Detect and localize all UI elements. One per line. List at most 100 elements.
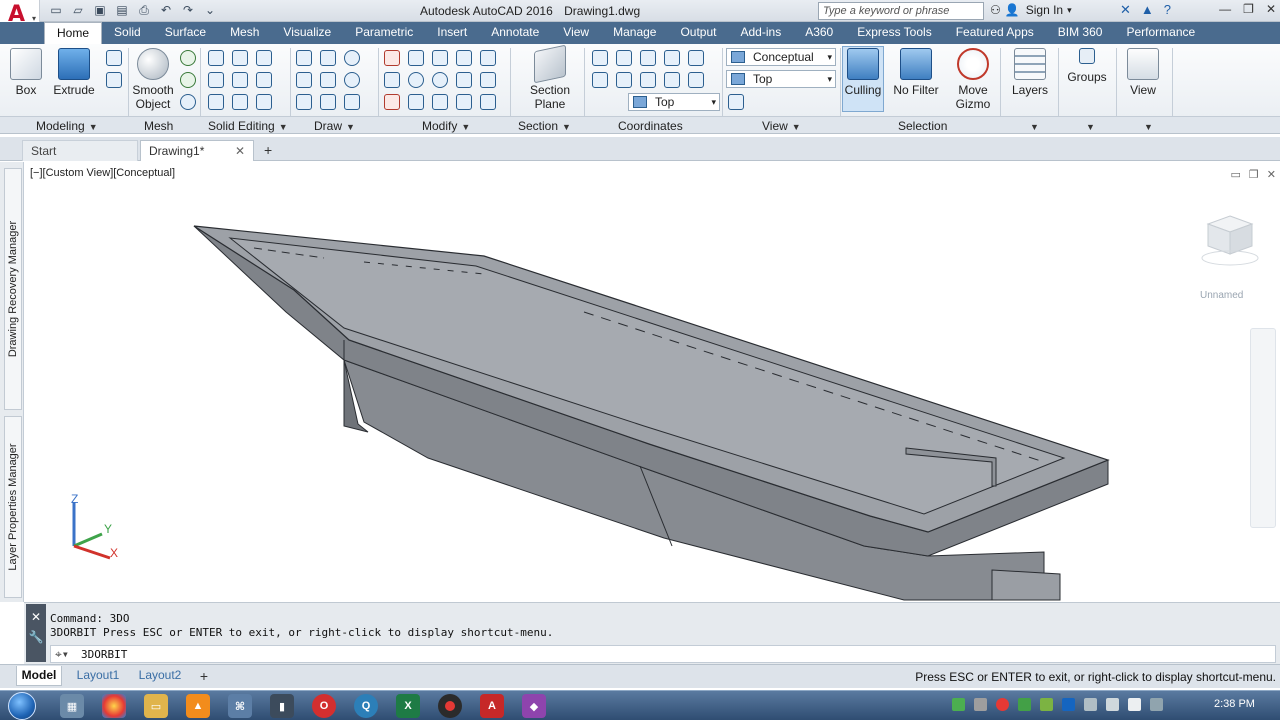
tray-icon[interactable] [952, 698, 965, 711]
smooth-object-button[interactable]: Smooth Object [132, 48, 174, 111]
redo-icon[interactable]: ↷ [180, 2, 196, 18]
taskbar-clock[interactable]: 2:38 PM [1214, 698, 1255, 710]
tab-home[interactable]: Home [44, 22, 103, 44]
open-icon[interactable]: ▱ [70, 2, 86, 18]
navigation-bar[interactable] [1250, 328, 1276, 528]
viewcube[interactable] [1200, 210, 1260, 270]
copy-icon[interactable] [384, 72, 400, 88]
app-taskbar-icon[interactable]: ◆ [522, 694, 546, 718]
tab-a360[interactable]: A360 [793, 22, 845, 44]
tab-visualize[interactable]: Visualize [271, 22, 343, 44]
q-app-icon[interactable]: Q [354, 694, 378, 718]
restore-icon[interactable]: ❐ [1249, 168, 1259, 181]
polyline-icon[interactable] [320, 50, 336, 66]
tab-view[interactable]: View [551, 22, 601, 44]
tab-layout1[interactable]: Layout1 [70, 666, 126, 686]
tab-solid[interactable]: Solid [102, 22, 153, 44]
wrench-icon[interactable]: 🔧 [26, 630, 46, 644]
tab-start[interactable]: Start [22, 140, 138, 161]
move-icon[interactable] [432, 50, 448, 66]
arc-icon[interactable] [320, 72, 336, 88]
no-filter-button[interactable]: No Filter [890, 48, 942, 97]
culling-button[interactable]: Culling [842, 48, 884, 97]
explode-icon[interactable] [456, 94, 472, 110]
tray-icon[interactable] [1084, 698, 1097, 711]
network-icon[interactable]: ⌘ [228, 694, 252, 718]
new-layout-button[interactable]: + [194, 666, 214, 686]
layer-properties-manager[interactable]: Layer Properties Manager [4, 416, 22, 598]
battery-icon[interactable] [1150, 698, 1163, 711]
extract-edges-icon[interactable] [256, 50, 272, 66]
opera-icon[interactable]: O [312, 694, 336, 718]
rectangular-array-icon[interactable] [480, 94, 496, 110]
panel-title-draw[interactable]: Draw ▼ [314, 119, 355, 133]
autocad-taskbar-icon[interactable]: A [480, 694, 504, 718]
tab-layout2[interactable]: Layout2 [132, 666, 188, 686]
volume-icon[interactable] [1128, 698, 1141, 711]
ucs-3point-icon[interactable] [640, 72, 656, 88]
panel-title-modify[interactable]: Modify ▼ [422, 119, 470, 133]
ucs-menu[interactable]: Unnamed [1200, 290, 1243, 301]
tab-mesh[interactable]: Mesh [218, 22, 271, 44]
file-explorer-icon[interactable]: ▭ [144, 694, 168, 718]
scale-icon[interactable] [432, 94, 448, 110]
command-window-handle[interactable]: ✕ 🔧 [26, 604, 46, 662]
extrude-button[interactable]: Extrude [52, 48, 96, 97]
vlc-icon[interactable]: ▲ [186, 694, 210, 718]
separate-icon[interactable] [256, 94, 272, 110]
thicken-icon[interactable] [232, 94, 248, 110]
ucs-previous-icon[interactable] [616, 72, 632, 88]
trim-icon[interactable] [384, 94, 400, 110]
refine-mesh-icon[interactable] [180, 94, 196, 110]
ucs-view-icon[interactable] [664, 72, 680, 88]
panel-title-view[interactable]: View ▼ [762, 119, 801, 133]
tab-output[interactable]: Output [668, 22, 728, 44]
panel-expand-view[interactable]: ▼ [1140, 119, 1153, 133]
minimize-icon[interactable]: — [1219, 2, 1231, 16]
ucs-world-icon[interactable] [616, 50, 632, 66]
slice-icon[interactable] [208, 94, 224, 110]
stretch-icon[interactable] [456, 72, 472, 88]
media-icon[interactable]: ▮ [270, 694, 294, 718]
new-icon[interactable]: ▭ [48, 2, 64, 18]
view-button[interactable]: View [1122, 48, 1164, 97]
sign-in-button[interactable]: ⚇ 👤 Sign In ▾ [990, 3, 1072, 17]
mesh-smooth-more-icon[interactable] [180, 50, 196, 66]
close-icon[interactable]: ✕ [26, 610, 46, 624]
layers-button[interactable]: Layers [1008, 48, 1052, 97]
panel-expand-groups[interactable]: ▼ [1082, 119, 1095, 133]
tray-icon[interactable] [1018, 698, 1031, 711]
tray-icon[interactable] [1040, 698, 1053, 711]
new-tab-button[interactable]: + [260, 140, 280, 161]
plot-icon[interactable]: ⎙ [136, 2, 152, 18]
model-canvas[interactable] [24, 162, 1280, 602]
polysolid-icon[interactable] [106, 72, 122, 88]
point-icon[interactable] [344, 94, 360, 110]
panel-title-mesh[interactable]: Mesh [144, 119, 173, 133]
exchange-icon[interactable]: ✕ [1120, 2, 1131, 18]
panel-title-section[interactable]: Section ▼ [518, 119, 571, 133]
drawing-viewport[interactable]: [−][Custom View][Conceptual] ▭ ❐ ✕ Unnam… [24, 162, 1280, 602]
tab-performance[interactable]: Performance [1114, 22, 1207, 44]
ucs-x-icon[interactable] [640, 50, 656, 66]
rotate-icon[interactable] [432, 72, 448, 88]
tray-icon[interactable] [974, 698, 987, 711]
command-input[interactable]: ⌖▾ 3DORBIT [50, 645, 1276, 663]
tab-annotate[interactable]: Annotate [479, 22, 551, 44]
panel-expand-layers[interactable]: ▼ [1026, 119, 1039, 133]
mesh-smooth-less-icon[interactable] [180, 72, 196, 88]
section-plane-button[interactable]: Section Plane [526, 44, 574, 111]
save-as-icon[interactable]: ▤ [114, 2, 130, 18]
tab-model[interactable]: Model [16, 666, 62, 686]
interfere-icon[interactable] [232, 72, 248, 88]
spline-icon[interactable] [296, 72, 312, 88]
ucs-origin-icon[interactable] [592, 72, 608, 88]
tab-featured-apps[interactable]: Featured Apps [944, 22, 1046, 44]
record-icon[interactable] [438, 694, 462, 718]
minimize-icon[interactable]: ▭ [1231, 168, 1241, 181]
tab-insert[interactable]: Insert [425, 22, 479, 44]
chevron-down-icon[interactable]: ▾ [1067, 5, 1072, 16]
start-button[interactable] [8, 692, 36, 720]
move-gizmo-button[interactable]: Move Gizmo [952, 48, 994, 111]
tab-bim-360[interactable]: BIM 360 [1046, 22, 1115, 44]
